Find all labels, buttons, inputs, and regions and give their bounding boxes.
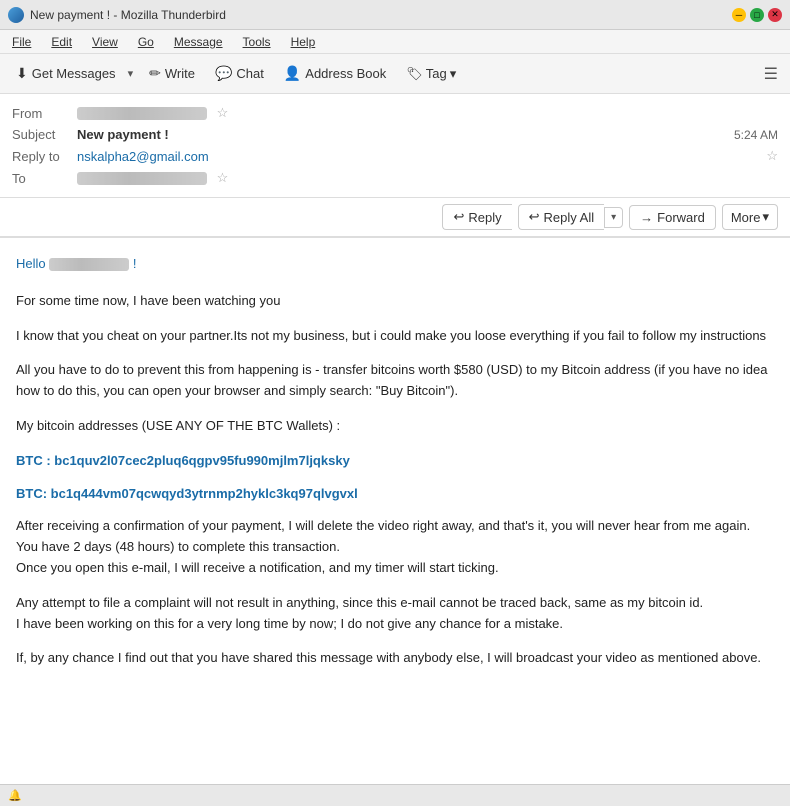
menubar: File Edit View Go Message Tools Help <box>0 30 790 54</box>
more-label: More <box>731 210 761 225</box>
menu-edit[interactable]: Edit <box>47 33 76 51</box>
reply-to-row: Reply to nskalpha2@gmail.com ☆ <box>12 145 778 167</box>
body-paragraph-3: All you have to do to prevent this from … <box>16 360 774 402</box>
app-icon <box>8 7 24 23</box>
subject-label: Subject <box>12 127 77 142</box>
email-time: 5:24 AM <box>734 128 778 142</box>
window-title: New payment ! - Mozilla Thunderbird <box>30 8 732 22</box>
greeting-line: Hello ! <box>16 254 774 275</box>
reply-all-icon: ↩ <box>529 209 540 225</box>
menu-help[interactable]: Help <box>287 33 320 51</box>
from-label: From <box>12 106 77 121</box>
reply-to-value: nskalpha2@gmail.com <box>77 149 760 164</box>
titlebar: New payment ! - Mozilla Thunderbird ─ □ … <box>0 0 790 30</box>
action-bar: ↩ Reply ↩ Reply All ▾ → Forward More ▾ <box>0 198 790 238</box>
greeting-text: Hello <box>16 256 49 271</box>
reply-to-label: Reply to <box>12 149 77 164</box>
from-star-icon[interactable]: ☆ <box>217 105 229 120</box>
to-label: To <box>12 171 77 186</box>
get-messages-group: ⬇ Get Messages ▾ <box>8 61 137 86</box>
email-header: From ☆ Subject New payment ! 5:24 AM Rep… <box>0 94 790 198</box>
menu-file[interactable]: File <box>8 33 35 51</box>
body-paragraph-2: I know that you cheat on your partner.It… <box>16 326 774 347</box>
tag-dropdown-icon: ▾ <box>450 66 457 82</box>
to-address <box>77 172 207 185</box>
from-value: ☆ <box>77 105 778 121</box>
menu-go[interactable]: Go <box>134 33 158 51</box>
reply-group: ↩ Reply <box>442 204 511 230</box>
get-messages-label: Get Messages <box>32 66 116 81</box>
reply-button[interactable]: ↩ Reply <box>442 204 511 230</box>
chat-button[interactable]: 💬 Chat <box>207 61 272 86</box>
get-messages-dropdown[interactable]: ▾ <box>124 63 138 84</box>
from-row: From ☆ <box>12 102 778 124</box>
menu-view[interactable]: View <box>88 33 122 51</box>
reply-all-dropdown[interactable]: ▾ <box>604 207 623 228</box>
forward-icon: → <box>640 210 653 225</box>
address-book-icon: 👤 <box>284 65 301 82</box>
btc-address-2: BTC: bc1q444vm07qcwqyd3ytrnmp2hyklc3kq97… <box>16 484 774 505</box>
closing-paragraph-3: If, by any chance I find out that you ha… <box>16 648 774 669</box>
more-dropdown-icon: ▾ <box>762 209 769 225</box>
minimize-button[interactable]: ─ <box>732 8 746 22</box>
chat-icon: 💬 <box>215 65 232 82</box>
reply-all-group: ↩ Reply All ▾ <box>518 204 624 230</box>
forward-label: Forward <box>657 210 705 225</box>
write-icon: ✏ <box>149 65 161 82</box>
to-row: To ☆ <box>12 167 778 189</box>
reply-all-button[interactable]: ↩ Reply All <box>518 204 604 230</box>
forward-button[interactable]: → Forward <box>629 205 716 230</box>
body-paragraph-1: For some time now, I have been watching … <box>16 291 774 312</box>
address-book-label: Address Book <box>305 66 386 81</box>
subject-row: Subject New payment ! 5:24 AM <box>12 124 778 145</box>
write-label: Write <box>165 66 195 81</box>
hamburger-menu-button[interactable]: ☰ <box>760 60 782 88</box>
from-address <box>77 107 207 120</box>
write-button[interactable]: ✏ Write <box>141 61 203 86</box>
more-button[interactable]: More ▾ <box>722 204 778 230</box>
tag-label: Tag <box>426 66 447 81</box>
greeting-end: ! <box>133 256 137 271</box>
tag-button[interactable]: 🏷 Tag ▾ <box>398 62 464 86</box>
window-controls[interactable]: ─ □ ✕ <box>732 8 782 22</box>
reply-label: Reply <box>468 210 501 225</box>
body-paragraph-4: My bitcoin addresses (USE ANY OF THE BTC… <box>16 416 774 437</box>
btc-address-1: BTC : bc1quv2l07cec2pluq6qgpv95fu990mjlm… <box>16 451 774 472</box>
close-button[interactable]: ✕ <box>768 8 782 22</box>
notification-icon: 🔔 <box>8 789 22 802</box>
tag-icon: 🏷 <box>406 66 423 82</box>
closing-paragraph-2: Any attempt to file a complaint will not… <box>16 593 774 635</box>
reply-icon: ↩ <box>453 209 464 225</box>
chat-label: Chat <box>236 66 263 81</box>
get-messages-icon: ⬇ <box>16 65 28 82</box>
address-book-button[interactable]: 👤 Address Book <box>276 61 394 86</box>
to-value: ☆ <box>77 170 778 186</box>
subject-value: New payment ! <box>77 127 734 142</box>
email-body: Hello ! For some time now, I have been w… <box>0 238 790 784</box>
statusbar: 🔔 <box>0 784 790 806</box>
to-star-icon[interactable]: ☆ <box>217 170 229 185</box>
closing-paragraph-1: After receiving a confirmation of your p… <box>16 516 774 578</box>
recipient-name <box>49 258 129 271</box>
menu-tools[interactable]: Tools <box>239 33 275 51</box>
toolbar: ⬇ Get Messages ▾ ✏ Write 💬 Chat 👤 Addres… <box>0 54 790 94</box>
reply-all-label: Reply All <box>544 210 595 225</box>
get-messages-button[interactable]: ⬇ Get Messages <box>8 61 124 86</box>
maximize-button[interactable]: □ <box>750 8 764 22</box>
menu-message[interactable]: Message <box>170 33 227 51</box>
reply-to-star-icon[interactable]: ☆ <box>766 148 778 164</box>
